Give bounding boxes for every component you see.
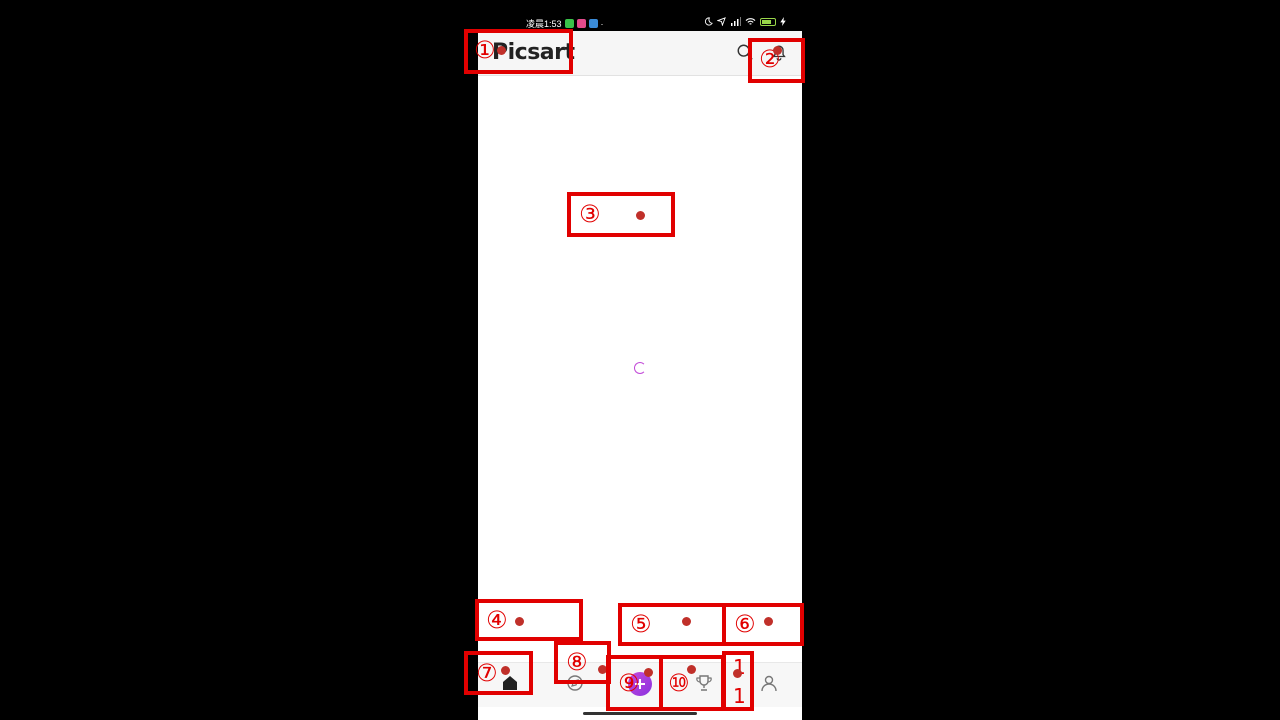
annotation-dot-1 xyxy=(497,46,506,55)
charging-icon xyxy=(780,17,786,26)
annotation-label-7: ⑦ xyxy=(476,659,498,687)
annotation-label-10: ⑩ xyxy=(668,669,690,697)
app-notification-icon xyxy=(564,19,574,28)
annotation-label-4: ④ xyxy=(486,606,508,634)
location-icon xyxy=(717,17,726,26)
profile-icon[interactable] xyxy=(759,673,779,693)
app-notification-icon xyxy=(588,19,598,28)
gesture-bar xyxy=(583,712,697,715)
annotation-dot-9 xyxy=(644,668,653,677)
annotation-dot-2 xyxy=(773,46,782,55)
annotation-label-8: ⑧ xyxy=(566,648,588,676)
annotation-label-3: ③ xyxy=(579,200,601,228)
wifi-icon xyxy=(745,18,756,25)
annotation-label-11b: 1 xyxy=(733,684,746,708)
loading-spinner-icon xyxy=(634,362,646,374)
annotation-dot-5 xyxy=(682,617,691,626)
app-notification-icon xyxy=(576,19,586,28)
annotation-label-9: ⑨ xyxy=(618,669,640,697)
signal-icon xyxy=(731,17,741,26)
annotation-dot-3 xyxy=(636,211,645,220)
annotation-dot-11 xyxy=(733,669,742,678)
moon-icon xyxy=(704,17,713,26)
battery-icon xyxy=(760,17,776,26)
annotation-dot-10 xyxy=(687,665,696,674)
status-dot: · xyxy=(600,18,604,29)
annotation-dot-6 xyxy=(764,617,773,626)
status-right xyxy=(704,17,786,26)
annotation-label-6: ⑥ xyxy=(734,610,756,638)
annotation-box-7 xyxy=(464,651,533,695)
annotation-dot-4 xyxy=(515,617,524,626)
annotation-label-5: ⑤ xyxy=(630,610,652,638)
annotation-label-1: ① xyxy=(474,36,496,64)
annotation-dot-7 xyxy=(501,666,510,675)
